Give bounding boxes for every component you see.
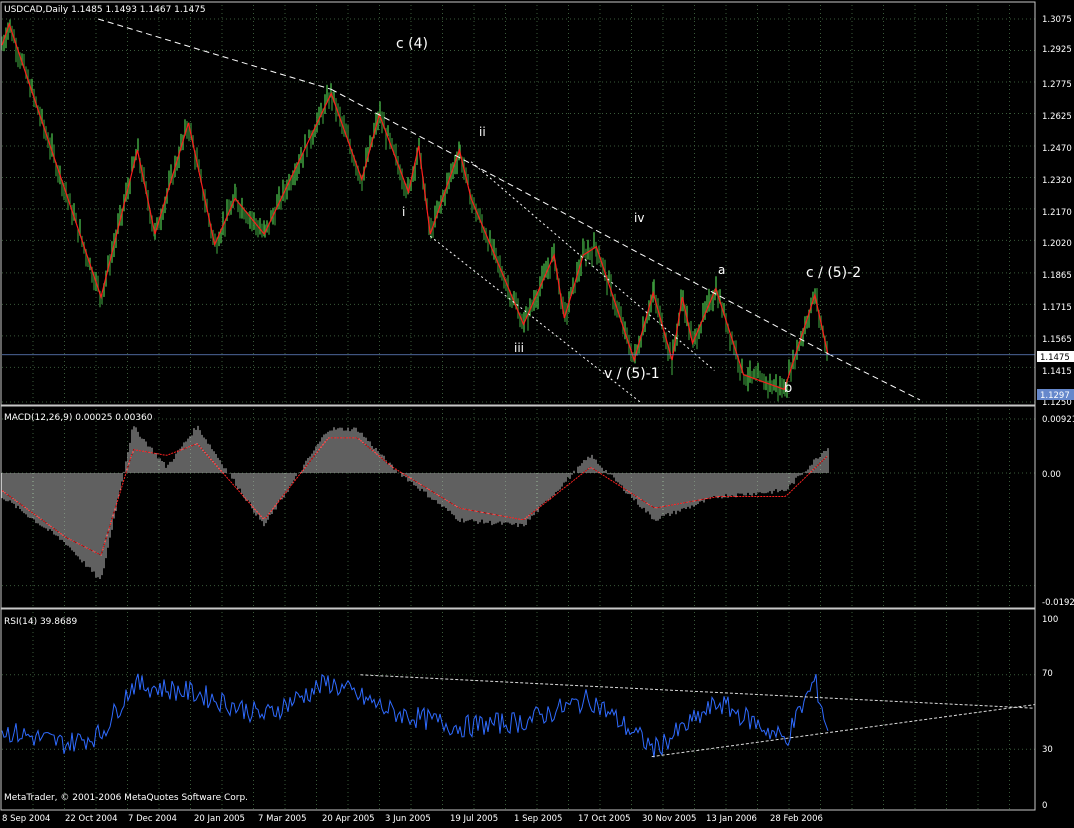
price-tick-label: 1.2320 [1042,176,1072,186]
price-tick-label: 1.1415 [1042,367,1072,377]
wave-label-ii: ii [479,125,486,139]
price-tick-label: 1.3075 [1042,15,1072,25]
copyright-text: MetaTrader, © 2001-2006 MetaQuotes Softw… [4,793,248,803]
x-tick-label: 7 Dec 2004 [128,814,177,824]
x-tick-label: 19 Jul 2005 [450,814,498,824]
rsi-tick-label: 70 [1042,669,1053,679]
price-tick-label: 1.2625 [1042,112,1072,122]
x-tick-label: 17 Oct 2005 [578,814,631,824]
x-tick-label: 30 Nov 2005 [642,814,696,824]
chart-svg: USDCAD,Daily 1.1485 1.1493 1.1467 1.1475… [0,0,1074,824]
macd-tick-label: -0.0192 [1042,598,1074,608]
macd-tick-label: 0.00 [1042,470,1061,480]
rsi-tick-label: 100 [1042,615,1058,625]
chart-root: USDCAD,Daily 1.1485 1.1493 1.1467 1.1475… [0,0,1074,824]
x-tick-label: 22 Oct 2004 [65,814,118,824]
price-tick-label: 1.2020 [1042,239,1072,249]
wave-label-b: b [784,381,792,396]
price-tick-label: 1.2925 [1042,45,1072,55]
price-tick-label: 1.1565 [1042,335,1072,345]
rsi-panel-title: RSI(14) 39.8689 [4,617,77,627]
x-tick-label: 1 Sep 2005 [514,814,562,824]
x-tick-label: 28 Feb 2006 [770,814,823,824]
price-panel-title: USDCAD,Daily 1.1485 1.1493 1.1467 1.1475 [4,5,206,15]
wave-label-c4: c (4) [396,36,428,52]
price-tick-label: 1.2775 [1042,80,1072,90]
macd-panel-title: MACD(12,26,9) 0.00025 0.00360 [4,413,153,423]
x-tick-label: 7 Mar 2005 [258,814,306,824]
macd-tick-label: 0.00921 [1042,415,1074,425]
low-price-marker: 1.1297 [1040,391,1070,401]
x-tick-label: 20 Apr 2005 [322,814,375,824]
price-tick-label: 1.2470 [1042,144,1072,154]
price-tick-label: 1.1865 [1042,271,1072,281]
current-price-marker: 1.1475 [1040,353,1070,363]
wave-label-i: i [402,205,405,219]
rsi-tick-label: 0 [1042,801,1047,811]
wave-label-v5-1: v / (5)-1 [604,366,660,382]
wave-label-c5-2: c / (5)-2 [806,265,861,281]
price-tick-label: 1.1715 [1042,303,1072,313]
wave-label-iii: iii [514,341,524,355]
rsi-tick-label: 30 [1042,745,1053,755]
x-tick-label: 8 Sep 2004 [2,814,50,824]
x-tick-label: 20 Jan 2005 [194,814,245,824]
price-tick-label: 1.2170 [1042,208,1072,218]
x-tick-label: 3 Jun 2005 [385,814,431,824]
wave-label-iv: iv [634,211,644,225]
wave-label-a: a [718,263,725,277]
x-tick-label: 13 Jan 2006 [706,814,757,824]
